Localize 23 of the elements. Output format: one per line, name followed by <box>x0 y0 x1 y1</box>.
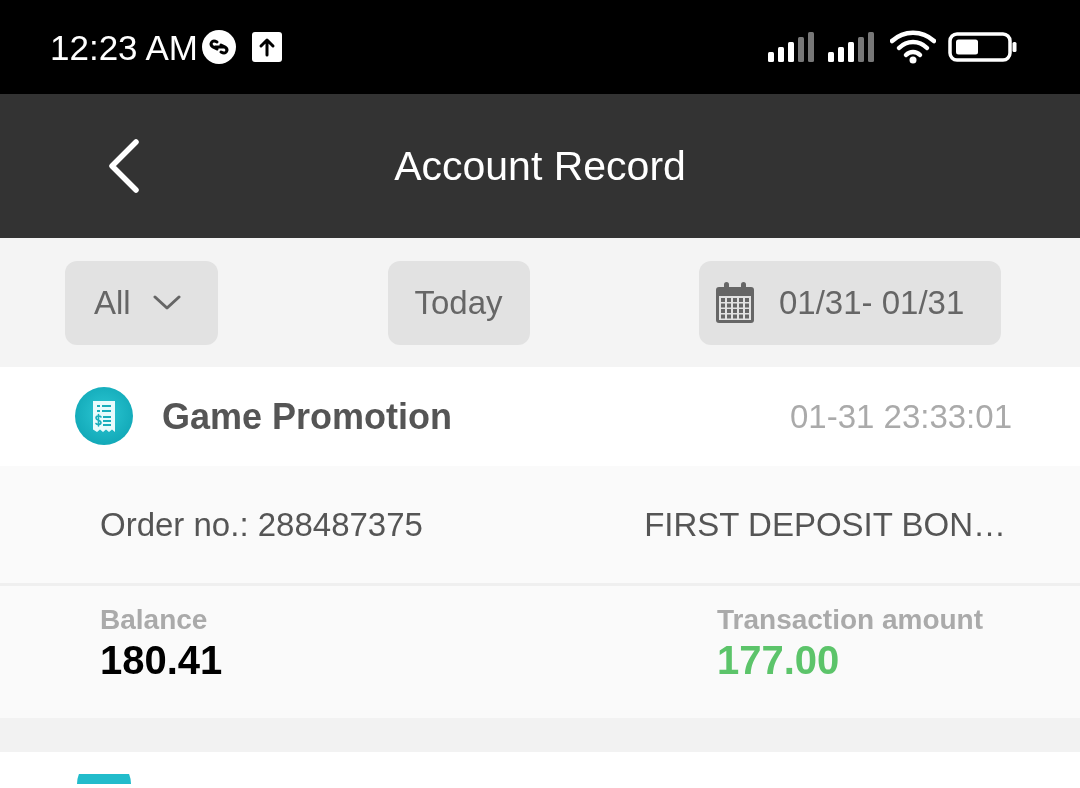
status-time: 12:23 AM <box>50 29 198 65</box>
order-number: Order no.: 288487375 <box>100 508 423 541</box>
battery-icon <box>948 32 1018 62</box>
filter-dropdown[interactable]: All <box>65 260 218 345</box>
calendar-icon <box>715 281 755 324</box>
upload-icon <box>251 32 282 62</box>
page-title: Account Record <box>394 145 686 187</box>
balance-label: Balance <box>100 603 208 637</box>
amount-label: Transaction amount <box>717 603 984 637</box>
record-type: Game Promotion <box>162 398 453 435</box>
amount-value: 177.00 <box>717 637 840 683</box>
receipt-icon <box>73 385 135 448</box>
date-range-button[interactable]: 01/31- 01/31 <box>699 260 1001 345</box>
signal-icon <box>768 32 816 62</box>
record-description: FIRST DEPOSIT BON… <box>644 508 1006 541</box>
filter-button[interactable]: Today <box>387 260 530 345</box>
chevron-down-icon <box>152 294 181 311</box>
record-time: 01-31 23:33:01 <box>789 400 1012 433</box>
signal-icon <box>828 32 876 62</box>
link-icon <box>201 30 236 64</box>
balance-value: 180.41 <box>100 637 223 683</box>
back-icon <box>107 139 141 193</box>
wifi-icon <box>890 30 936 64</box>
